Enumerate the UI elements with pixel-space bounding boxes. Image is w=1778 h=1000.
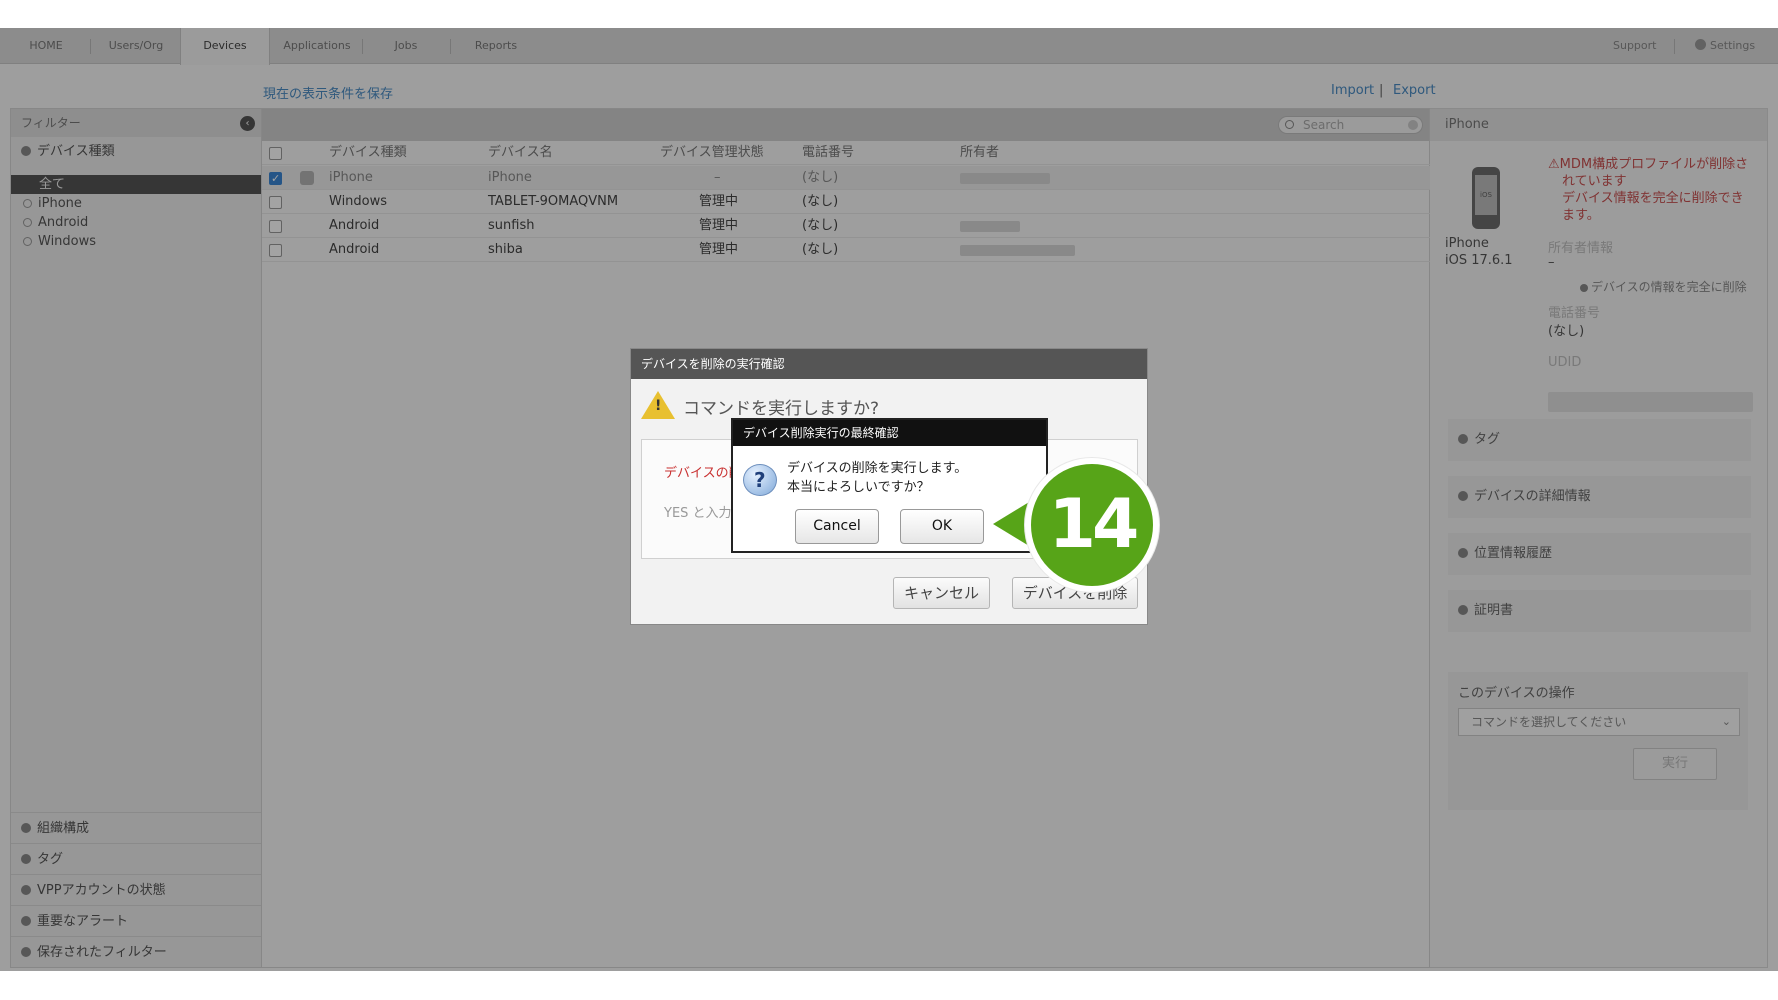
- dialog-message-line: 本当によろしいですか？: [787, 480, 930, 495]
- app-window: HOME Users/Org Devices Applications Jobs…: [0, 28, 1778, 971]
- dialog-hint-text: YES と入力: [664, 506, 732, 521]
- dialog-title: デバイス削除実行の最終確認: [733, 420, 1046, 446]
- final-cancel-button[interactable]: Cancel: [795, 509, 879, 544]
- question-icon: ?: [743, 464, 777, 496]
- cancel-button[interactable]: キャンセル: [893, 577, 990, 609]
- step-badge: 14: [1025, 458, 1159, 592]
- ok-button[interactable]: OK: [900, 509, 984, 544]
- warning-icon: !: [641, 391, 675, 419]
- dialog-title: デバイスを削除の実行確認: [631, 349, 1147, 379]
- dialog-message-line: デバイスの削除を実行します。: [787, 461, 968, 476]
- dialog-warning-text: デバイスの削: [664, 466, 742, 481]
- dialog-question: コマンドを実行しますか?: [683, 399, 880, 419]
- step-number: 14: [1048, 485, 1140, 564]
